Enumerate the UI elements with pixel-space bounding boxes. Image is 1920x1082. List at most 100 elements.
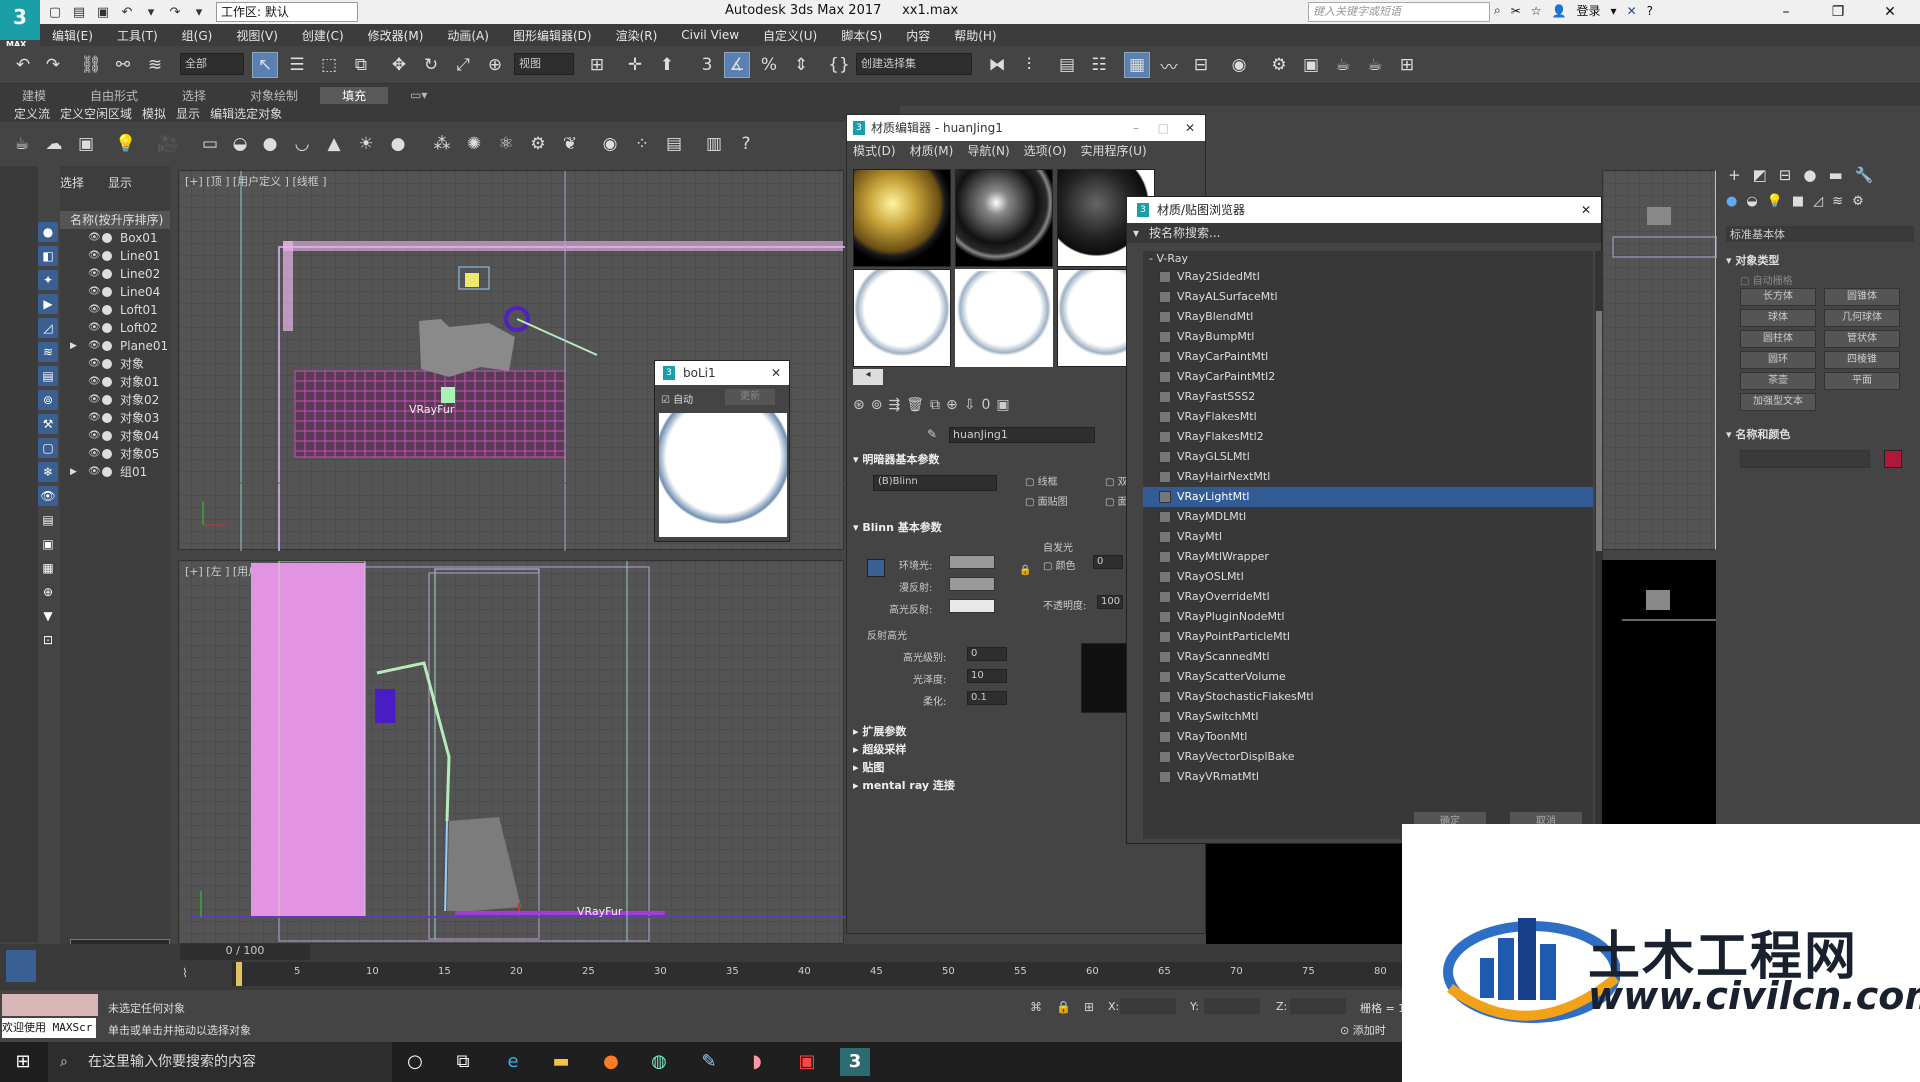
browser-material-item[interactable]: VRayGLSLMtl [1143,447,1593,467]
material-name-field[interactable]: huanJing1 [949,427,1095,443]
create-button-1[interactable]: 圆锥体 [1824,288,1900,306]
minimize-icon[interactable]: – [1760,0,1812,24]
delete-icon[interactable]: 🗑 [906,397,924,419]
browser-material-item[interactable]: VRayOverrideMtl [1143,587,1593,607]
exchange-icon[interactable]: ✕ [1627,4,1637,18]
task-view-icon[interactable]: ⧉ [448,1048,478,1076]
material-menu-item-4[interactable]: 实用程序(U) [1080,141,1146,161]
ribbon-tab-2[interactable]: 选择 [160,87,228,104]
browser-material-item[interactable]: VRayToonMtl [1143,727,1593,747]
x-coordinate-field[interactable] [1120,998,1176,1014]
groups-filter-icon[interactable]: ▤ [38,366,58,386]
browser-material-item[interactable]: VRayFastSSS2 [1143,387,1593,407]
menu-item-4[interactable]: 创建(C) [290,27,356,44]
faceted-checkbox[interactable]: ▢ 面 [1105,493,1128,508]
render-iterative-icon[interactable]: ☕ [1362,52,1388,78]
object-name-field[interactable] [1740,450,1870,468]
scene-list-item[interactable]: 👁 Line04 [60,283,170,301]
scene-list-item[interactable]: 👁 Loft01 [60,301,170,319]
angle-snap-icon[interactable]: ∡ [724,52,750,78]
modify-tab-icon[interactable]: ◩ [1753,166,1767,184]
undo-icon[interactable]: ↶ [118,3,136,21]
glossiness-spinner[interactable]: 10 [967,669,1007,683]
unlink-icon[interactable]: ⚯ [110,52,136,78]
light-icon[interactable]: 💡 [114,132,138,156]
helpers-icon[interactable]: ◿ [1813,194,1823,214]
ribbon-tab-1[interactable]: 自由形式 [68,87,160,104]
shader-dropdown[interactable]: (B)Blinn [873,475,997,491]
tools-icon[interactable]: ⊡ [38,630,58,650]
viewport-left[interactable]: [+] [左 ] [用户定义 ] [线框 ] VRayFur [178,560,845,944]
toggle-ribbon-icon[interactable]: ☷ [1086,52,1112,78]
two-sided-checkbox[interactable]: ▢ 双 [1105,473,1128,488]
time-slider[interactable]: 0 / 100 [180,944,310,960]
visibility-eye-icon[interactable]: 👁 [88,445,101,463]
cone-icon[interactable]: ▲ [322,132,346,156]
effects-channel-icon[interactable]: 0 [981,397,990,419]
scene-list-item[interactable]: 👁 Line02 [60,265,170,283]
spacewarps-filter-icon[interactable]: ≋ [38,342,58,362]
browser-material-item[interactable]: VRayMDLMtl [1143,507,1593,527]
frozen-filter-icon[interactable]: ❄ [38,462,58,482]
scene-list-item[interactable]: 👁 对象 [60,355,170,373]
selection-filter-dropdown[interactable]: 全部 [180,53,244,75]
browser-material-item[interactable]: VRayScatterVolume [1143,667,1593,687]
browser-material-item[interactable]: VRayFlakesMtl2 [1143,427,1593,447]
auto-checkbox[interactable]: ☑ 自动 [661,391,693,406]
dropdown-icon[interactable]: ▾ [190,3,208,21]
render-cloud-icon[interactable]: ⊞ [1394,52,1420,78]
material-menu-item-0[interactable]: 模式(D) [853,141,896,161]
camera-icon[interactable]: 🎥 [156,132,180,156]
visibility-eye-icon[interactable]: 👁 [88,391,101,409]
pivot-center-icon[interactable]: ⊞ [584,52,610,78]
browser-material-item[interactable]: VRayScannedMtl [1143,647,1593,667]
name-color-rollout[interactable]: ▾ 名称和颜色 [1726,426,1790,442]
add-time-tag[interactable]: ⊙ 添加时 [1340,1022,1386,1038]
binoculars-icon[interactable]: ⌕ [1494,3,1501,18]
select-by-name-icon[interactable]: ☰ [284,52,310,78]
dome-icon[interactable]: ◒ [228,132,252,156]
create-button-5[interactable]: 管状体 [1824,330,1900,348]
specular-swatch[interactable] [949,599,995,613]
visibility-eye-icon[interactable]: 👁 [88,427,101,445]
display-tab-icon[interactable]: ▬ [1828,166,1842,184]
curve-editor-icon[interactable]: 〰 [1156,52,1182,78]
fur-icon[interactable]: ⁂ [430,132,454,156]
maxscript-listener[interactable] [2,994,98,1016]
ribbon-panel-2[interactable]: 模拟 [142,105,166,122]
visibility-eye-icon[interactable]: 👁 [88,229,101,247]
wire-checkbox[interactable]: ▢ 线框 [1025,473,1058,488]
tab-display[interactable]: 显示 [108,174,132,191]
search-input[interactable]: 键入关键字或短语 [1308,2,1490,22]
snap-toggle-icon[interactable]: 3 [694,52,720,78]
lock-icon[interactable]: 🔒 [1019,565,1031,576]
sphere-light-icon[interactable]: ● [386,132,410,156]
material-menu-item-3[interactable]: 选项(O) [1024,141,1067,161]
list-icon[interactable]: ▦ [38,558,58,578]
put-to-scene-icon[interactable]: ⊚ [871,397,883,419]
browser-material-item[interactable]: VRayMtlWrapper [1143,547,1593,567]
browser-material-item[interactable]: VRayVectorDisplBake [1143,747,1593,767]
vray-group-header[interactable]: - V-Ray [1143,251,1593,267]
material-editor-icon[interactable]: ◉ [1226,52,1252,78]
ribbon-panel-3[interactable]: 显示 [176,105,200,122]
rendered-frame-icon[interactable]: ▣ [1298,52,1324,78]
browser-material-item[interactable]: VRayStochasticFlakesMtl [1143,687,1593,707]
material-slot-2[interactable] [955,169,1053,267]
sun-icon[interactable]: ☀ [354,132,378,156]
soften-spinner[interactable]: 0.1 [967,691,1007,705]
browser-material-item[interactable]: VRayBlendMtl [1143,307,1593,327]
menu-item-2[interactable]: 组(G) [170,27,225,44]
percent-snap-icon[interactable]: % [756,52,782,78]
media-icon[interactable]: ▣ [792,1048,822,1076]
firefox-icon[interactable]: ● [596,1048,626,1076]
material-slot-1[interactable] [853,169,951,267]
lock-selection-icon[interactable]: 🔒 [1056,1000,1071,1014]
viewport-layout-icon[interactable] [6,950,36,982]
create-button-3[interactable]: 几何球体 [1824,309,1900,327]
mirror-icon[interactable]: ⧓ [984,52,1010,78]
render-production-icon[interactable]: ☕ [1330,52,1356,78]
scene-list-item[interactable]: 👁 Box01 [60,229,170,247]
menu-item-12[interactable]: 内容 [894,27,942,44]
visibility-eye-icon[interactable]: 👁 [88,373,101,391]
